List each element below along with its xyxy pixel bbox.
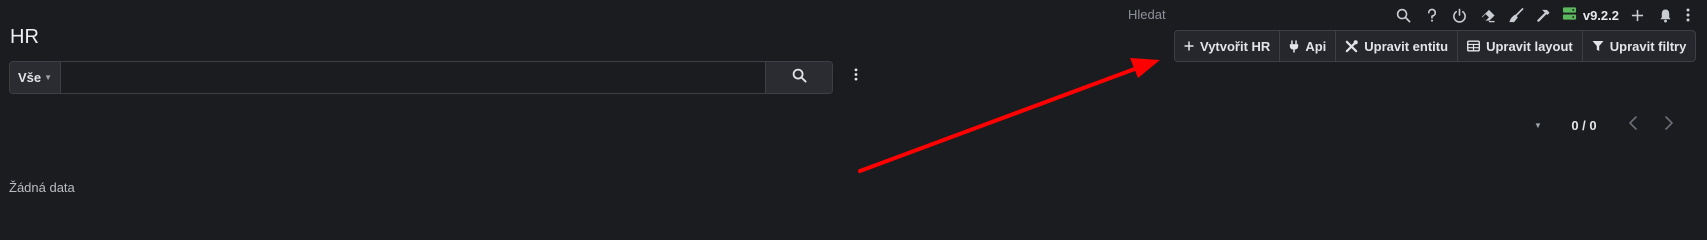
page-size-dropdown[interactable]: ▼ (1523, 121, 1553, 130)
filter-select[interactable]: Vše ▼ (10, 62, 61, 93)
prev-page-button[interactable] (1615, 114, 1651, 136)
plug-icon (1289, 39, 1299, 53)
search-button[interactable] (765, 62, 832, 93)
bell-icon[interactable] (1651, 4, 1679, 26)
plus-icon (1184, 41, 1194, 51)
pagination: ▼ 0 / 0 (1523, 114, 1687, 136)
api-button-label: Api (1305, 38, 1327, 54)
page-title: HR (10, 26, 39, 48)
tools-icon (1345, 39, 1358, 53)
search-input[interactable] (61, 62, 765, 93)
topbar-toolbar: v9.2.2 (1390, 4, 1697, 26)
page: Hledat v9.2.2 HR Vytvořit HR Api Upravit… (0, 0, 1707, 240)
action-button-group: Vytvořit HR Api Upravit entitu Upravit l… (1174, 30, 1697, 62)
filter-select-value: Vše (17, 70, 42, 85)
next-page-button[interactable] (1651, 114, 1687, 136)
chevron-right-icon (1665, 115, 1673, 135)
power-icon[interactable] (1446, 4, 1474, 26)
hammer-icon[interactable] (1530, 4, 1558, 26)
create-button[interactable]: Vytvořit HR (1175, 31, 1281, 61)
edit-entity-button-label: Upravit entitu (1364, 38, 1449, 54)
edit-entity-button[interactable]: Upravit entitu (1336, 31, 1459, 61)
edit-layout-button[interactable]: Upravit layout (1458, 31, 1583, 61)
table-icon (1467, 40, 1481, 52)
create-button-label: Vytvořit HR (1200, 38, 1271, 54)
version-text: v9.2.2 (1582, 7, 1619, 23)
plus-icon[interactable] (1623, 4, 1651, 26)
filter-icon (1592, 40, 1604, 52)
api-button[interactable]: Api (1280, 31, 1337, 61)
more-options-button[interactable] (848, 66, 864, 88)
page-count: 0 / 0 (1571, 117, 1597, 133)
search-icon[interactable] (1390, 4, 1418, 26)
chevron-left-icon (1629, 115, 1637, 135)
version-badge[interactable]: v9.2.2 (1558, 4, 1623, 26)
edit-layout-button-label: Upravit layout (1486, 38, 1573, 54)
edit-filters-button-label: Upravit filtry (1609, 38, 1687, 54)
help-icon[interactable] (1418, 4, 1446, 26)
more-vertical-icon (854, 68, 858, 86)
search-icon (792, 68, 807, 88)
more-vertical-icon[interactable] (1679, 4, 1697, 26)
eraser-icon[interactable] (1474, 4, 1502, 26)
search-bar: Vše ▼ (9, 61, 833, 94)
empty-state-text: Žádná data (9, 180, 75, 195)
global-search-label[interactable]: Hledat (1128, 7, 1166, 22)
server-icon (1562, 6, 1577, 24)
broom-icon[interactable] (1502, 4, 1530, 26)
edit-filters-button[interactable]: Upravit filtry (1583, 31, 1696, 61)
chevron-down-icon: ▼ (44, 73, 53, 82)
